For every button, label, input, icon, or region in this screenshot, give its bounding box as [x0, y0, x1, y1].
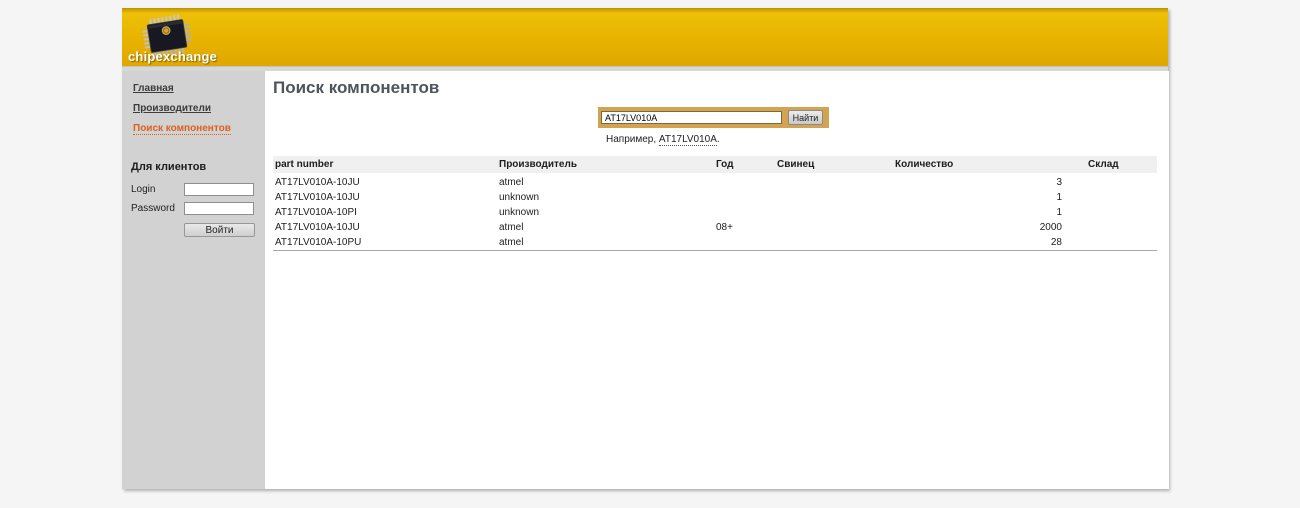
table-row: AT17LV010A-10JU unknown 1 — [273, 190, 1157, 205]
password-field[interactable] — [184, 202, 254, 215]
col-lead: Свинец — [775, 156, 893, 174]
cell-quantity: 2000 — [893, 220, 1086, 235]
col-manufacturer: Производитель — [497, 156, 714, 174]
cell-manufacturer: atmel — [497, 220, 714, 235]
table-row: AT17LV010A-10PU atmel 28 — [273, 235, 1157, 251]
cell-year: 08+ — [714, 220, 775, 235]
cell-part-number: AT17LV010A-10PU — [273, 235, 497, 251]
search-band: Найти — [598, 107, 829, 128]
cell-lead — [775, 174, 893, 190]
cell-stock — [1086, 174, 1157, 190]
site-container: chipexchange Главная Производители Поиск… — [122, 8, 1168, 489]
table-header-row: part number Производитель Год Свинец Кол… — [273, 156, 1157, 174]
table-row: AT17LV010A-10JU atmel 3 — [273, 174, 1157, 190]
sidebar-item-home[interactable]: Главная — [133, 83, 265, 94]
cell-stock — [1086, 190, 1157, 205]
cell-part-number: AT17LV010A-10JU — [273, 220, 497, 235]
main-content: Поиск компонентов Найти Например, AT17LV… — [265, 71, 1169, 489]
cell-stock — [1086, 235, 1157, 251]
cell-lead — [775, 190, 893, 205]
cell-manufacturer: atmel — [497, 235, 714, 251]
cell-year — [714, 235, 775, 251]
cell-year — [714, 174, 775, 190]
sidebar-nav: Главная Производители Поиск компонентов — [129, 83, 265, 135]
cell-part-number: AT17LV010A-10JU — [273, 190, 497, 205]
cell-quantity: 28 — [893, 235, 1086, 251]
table-row: AT17LV010A-10PI unknown 1 — [273, 205, 1157, 220]
password-label: Password — [131, 203, 184, 214]
login-field[interactable] — [184, 183, 254, 196]
cell-stock — [1086, 205, 1157, 220]
page-title: Поиск компонентов — [273, 78, 1157, 98]
hint-suffix: . — [717, 134, 720, 145]
col-quantity: Количество — [893, 156, 1086, 174]
cell-part-number: AT17LV010A-10PI — [273, 205, 497, 220]
login-button[interactable]: Войти — [184, 223, 255, 237]
cell-stock — [1086, 220, 1157, 235]
sidebar: Главная Производители Поиск компонентов … — [122, 71, 265, 489]
search-hint: Например, AT17LV010A. — [606, 134, 1157, 145]
cell-year — [714, 205, 775, 220]
brand-name: chipexchange — [128, 49, 217, 64]
cell-manufacturer: atmel — [497, 174, 714, 190]
results-table: part number Производитель Год Свинец Кол… — [273, 156, 1157, 251]
cell-year — [714, 190, 775, 205]
sidebar-item-component-search[interactable]: Поиск компонентов — [133, 123, 231, 135]
col-year: Год — [714, 156, 775, 174]
login-label: Login — [131, 184, 184, 195]
cell-lead — [775, 235, 893, 251]
hint-prefix: Например, — [606, 134, 659, 145]
cell-quantity: 3 — [893, 174, 1086, 190]
hint-example-link[interactable]: AT17LV010A — [659, 134, 717, 146]
sidebar-item-manufacturers[interactable]: Производители — [133, 103, 265, 114]
cell-quantity: 1 — [893, 190, 1086, 205]
cell-part-number: AT17LV010A-10JU — [273, 174, 497, 190]
cell-lead — [775, 205, 893, 220]
col-part-number: part number — [273, 156, 497, 174]
search-button[interactable]: Найти — [788, 110, 823, 125]
cell-lead — [775, 220, 893, 235]
cell-quantity: 1 — [893, 205, 1086, 220]
cell-manufacturer: unknown — [497, 190, 714, 205]
col-stock: Склад — [1086, 156, 1157, 174]
results-body: AT17LV010A-10JU atmel 3 AT17LV010A-10JU … — [273, 174, 1157, 251]
table-row: AT17LV010A-10JU atmel 08+ 2000 — [273, 220, 1157, 235]
cell-manufacturer: unknown — [497, 205, 714, 220]
search-input[interactable] — [601, 111, 782, 124]
site-header: chipexchange — [122, 8, 1168, 66]
clients-heading: Для клиентов — [131, 161, 265, 173]
